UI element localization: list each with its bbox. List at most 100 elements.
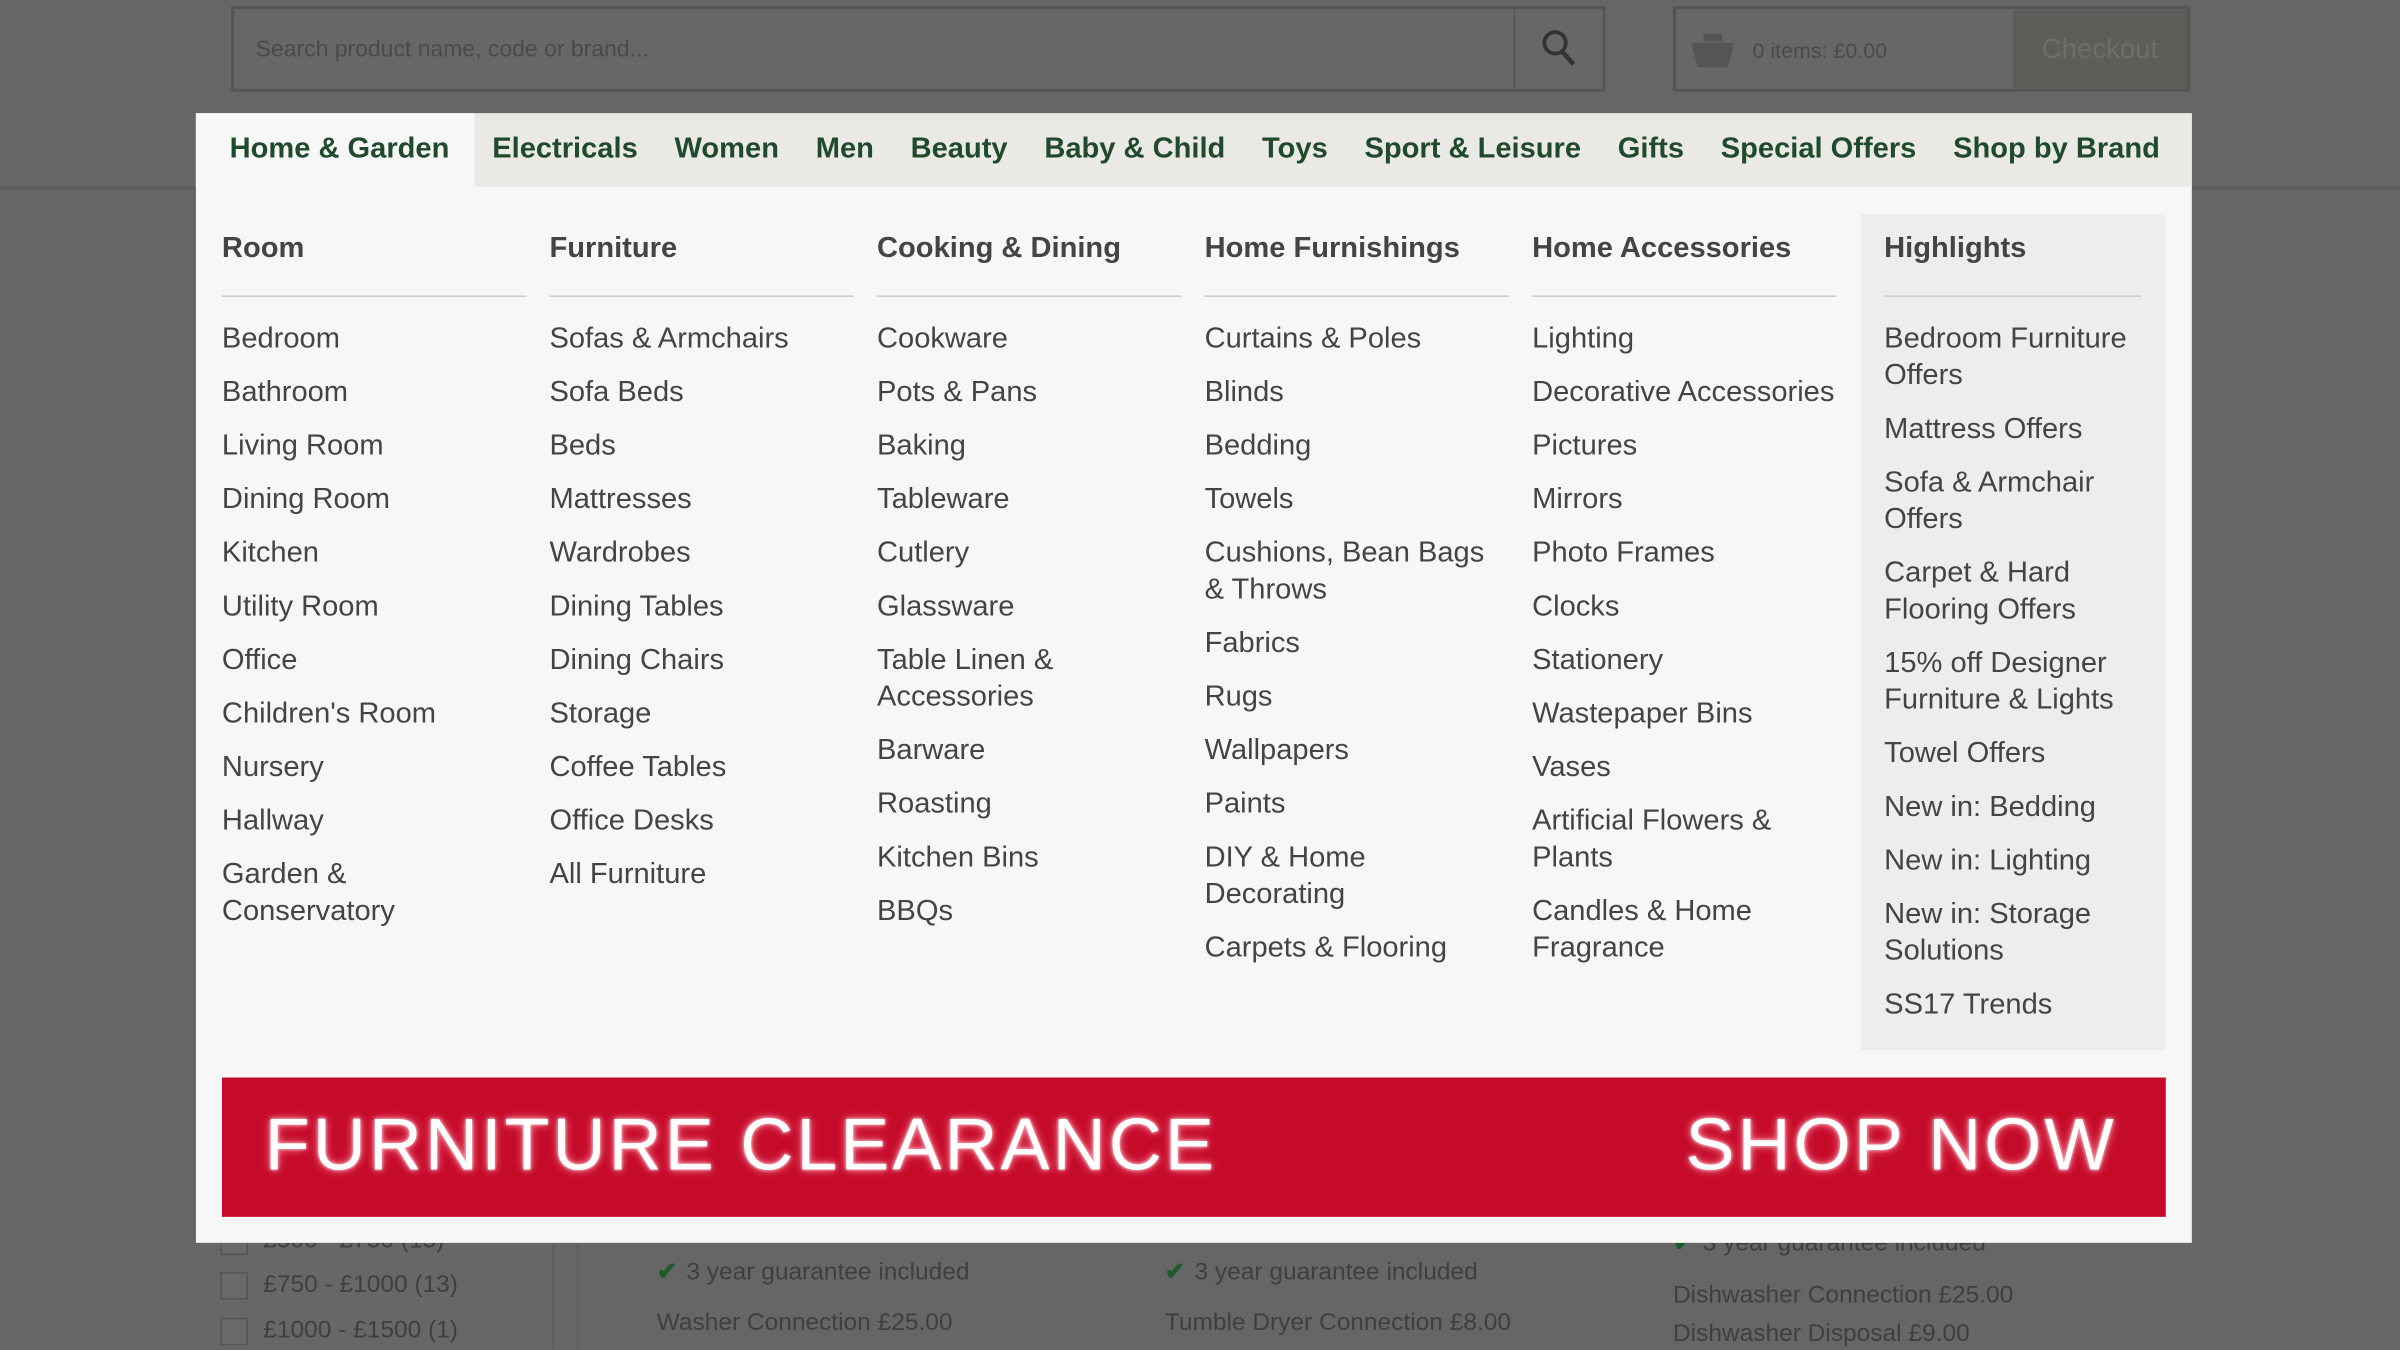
menu-link[interactable]: Bedding (1205, 429, 1510, 466)
furniture-clearance-banner[interactable]: FURNITURE CLEARANCE SHOP NOW (221, 1077, 2166, 1217)
menu-link[interactable]: Curtains & Poles (1205, 321, 1510, 358)
filter-label: £1000 - £1500 (1) (263, 1317, 458, 1344)
tab-sport-leisure[interactable]: Sport & Leisure (1346, 113, 1599, 186)
menu-link[interactable]: Mattress Offers (1884, 412, 2141, 449)
menu-link[interactable]: New in: Storage Solutions (1884, 897, 2141, 970)
menu-link[interactable]: Office Desks (549, 804, 854, 841)
menu-link[interactable]: Dining Room (222, 482, 527, 519)
column-heading[interactable]: Room (221, 233, 527, 297)
menu-link[interactable]: Glassware (877, 589, 1182, 626)
menu-link[interactable]: New in: Bedding (1884, 790, 2141, 827)
menu-link[interactable]: Blinds (1205, 375, 1510, 412)
menu-link[interactable]: Sofa & Armchair Offers (1884, 465, 2141, 538)
menu-link[interactable]: DIY & Home Decorating (1205, 840, 1510, 913)
menu-link[interactable]: Towels (1205, 482, 1510, 519)
service-price: Tumble Dryer Connection £8.00 (1164, 1310, 1511, 1337)
menu-link[interactable]: Children's Room (222, 696, 527, 733)
column-heading[interactable]: Home Furnishings (1204, 233, 1510, 297)
menu-link[interactable]: Coffee Tables (549, 750, 854, 787)
column-heading[interactable]: Home Accessories (1532, 233, 1837, 297)
menu-column-home-accessories: Home Accessories Lighting Decorative Acces… (1532, 233, 1837, 985)
menu-link[interactable]: Decorative Accessories (1532, 375, 1837, 412)
filter-option[interactable]: £1000 - £1500 (1) (220, 1317, 458, 1346)
menu-link[interactable]: Paints (1205, 787, 1510, 824)
menu-link[interactable]: Hallway (222, 804, 527, 841)
menu-link[interactable]: Cutlery (877, 536, 1182, 573)
tab-toys[interactable]: Toys (1244, 113, 1346, 186)
menu-link[interactable]: Bedroom (222, 321, 527, 358)
menu-link[interactable]: New in: Lighting (1884, 843, 2141, 880)
menu-link[interactable]: Vases (1532, 750, 1837, 787)
menu-link[interactable]: Carpets & Flooring (1205, 931, 1510, 968)
checkbox[interactable] (220, 1317, 248, 1346)
menu-link[interactable]: BBQs (877, 894, 1182, 931)
menu-link[interactable]: Dining Chairs (549, 643, 854, 680)
menu-link[interactable]: Pots & Pans (877, 375, 1182, 412)
menu-link[interactable]: Towel Offers (1884, 736, 2141, 773)
column-heading[interactable]: Cooking & Dining (877, 233, 1182, 297)
mega-menu: Home & Garden Electricals Women Men Beauty Ba… (195, 113, 2192, 1243)
menu-link[interactable]: Kitchen Bins (877, 840, 1182, 877)
menu-link[interactable]: Storage (549, 696, 854, 733)
menu-link[interactable]: Kitchen (222, 536, 527, 573)
column-heading[interactable]: Furniture (549, 233, 855, 297)
menu-link[interactable]: Carpet & Hard Flooring Offers (1884, 556, 2141, 629)
menu-link[interactable]: All Furniture (549, 857, 854, 894)
menu-link[interactable]: Wastepaper Bins (1532, 696, 1837, 733)
menu-link[interactable]: Mirrors (1532, 482, 1837, 519)
shop-now-link[interactable]: SHOP NOW (1685, 1105, 2116, 1188)
checkbox[interactable] (220, 1271, 248, 1300)
check-icon: ✔ (656, 1259, 678, 1286)
menu-link[interactable]: Artificial Flowers & Plants (1532, 804, 1837, 877)
tab-electricals[interactable]: Electricals (474, 113, 656, 186)
menu-link[interactable]: Photo Frames (1532, 536, 1837, 573)
menu-link[interactable]: Utility Room (222, 589, 527, 626)
menu-link[interactable]: Tableware (877, 482, 1182, 519)
menu-link[interactable]: Candles & Home Fragrance (1532, 894, 1837, 967)
menu-link[interactable]: Rugs (1205, 680, 1510, 717)
tab-home-garden[interactable]: Home & Garden (195, 113, 474, 187)
menu-link[interactable]: 15% off Designer Furniture & Lights (1884, 646, 2141, 719)
tab-women[interactable]: Women (656, 113, 797, 186)
menu-link[interactable]: Pictures (1532, 429, 1837, 466)
mini-cart[interactable]: 0 items: £0.00 Checkout (1672, 6, 2191, 92)
tab-special-offers[interactable]: Special Offers (1702, 113, 1934, 186)
menu-link[interactable]: Cushions, Bean Bags & Throws (1205, 536, 1510, 609)
menu-link[interactable]: Beds (549, 429, 854, 466)
menu-link[interactable]: Stationery (1532, 643, 1837, 680)
tab-shop-by-brand[interactable]: Shop by Brand (1935, 113, 2179, 186)
menu-link[interactable]: Wardrobes (549, 536, 854, 573)
checkout-button[interactable]: Checkout (2012, 9, 2188, 89)
menu-link[interactable]: Office (222, 643, 527, 680)
tab-gifts[interactable]: Gifts (1599, 113, 1702, 186)
menu-link[interactable]: Clocks (1532, 589, 1837, 626)
column-heading[interactable]: Highlights (1884, 233, 2142, 297)
menu-link[interactable]: Dining Tables (549, 589, 854, 626)
tab-baby-child[interactable]: Baby & Child (1026, 113, 1244, 186)
menu-link[interactable]: Nursery (222, 750, 527, 787)
menu-link[interactable]: Lighting (1532, 321, 1837, 358)
menu-link[interactable]: Sofas & Armchairs (549, 321, 854, 358)
menu-link[interactable]: Cookware (877, 321, 1182, 358)
menu-link[interactable]: SS17 Trends (1884, 987, 2141, 1024)
menu-link[interactable]: Baking (877, 429, 1182, 466)
menu-link[interactable]: Wallpapers (1205, 733, 1510, 770)
menu-link[interactable]: Barware (877, 733, 1182, 770)
menu-link[interactable]: Table Linen & Accessories (877, 643, 1182, 716)
menu-column-home-furnishings: Home Furnishings Curtains & Poles Blinds Be… (1204, 233, 1510, 985)
search-button[interactable] (1513, 9, 1603, 89)
menu-link[interactable]: Mattresses (549, 482, 854, 519)
menu-column-room: Room Bedroom Bathroom Living Room Dining Roo… (221, 233, 527, 948)
menu-link[interactable]: Garden & Conservatory (222, 857, 527, 930)
menu-link[interactable]: Living Room (222, 429, 527, 466)
menu-link[interactable]: Fabrics (1205, 626, 1510, 663)
menu-link[interactable]: Bedroom Furniture Offers (1884, 321, 2141, 394)
banner-title: FURNITURE CLEARANCE (264, 1105, 1217, 1187)
menu-link[interactable]: Bathroom (222, 375, 527, 412)
menu-link[interactable]: Roasting (877, 787, 1182, 824)
menu-link[interactable]: Sofa Beds (549, 375, 854, 412)
search-input[interactable] (234, 9, 1520, 89)
tab-men[interactable]: Men (797, 113, 892, 186)
tab-beauty[interactable]: Beauty (892, 113, 1026, 186)
filter-option[interactable]: £750 - £1000 (13) (220, 1271, 458, 1300)
